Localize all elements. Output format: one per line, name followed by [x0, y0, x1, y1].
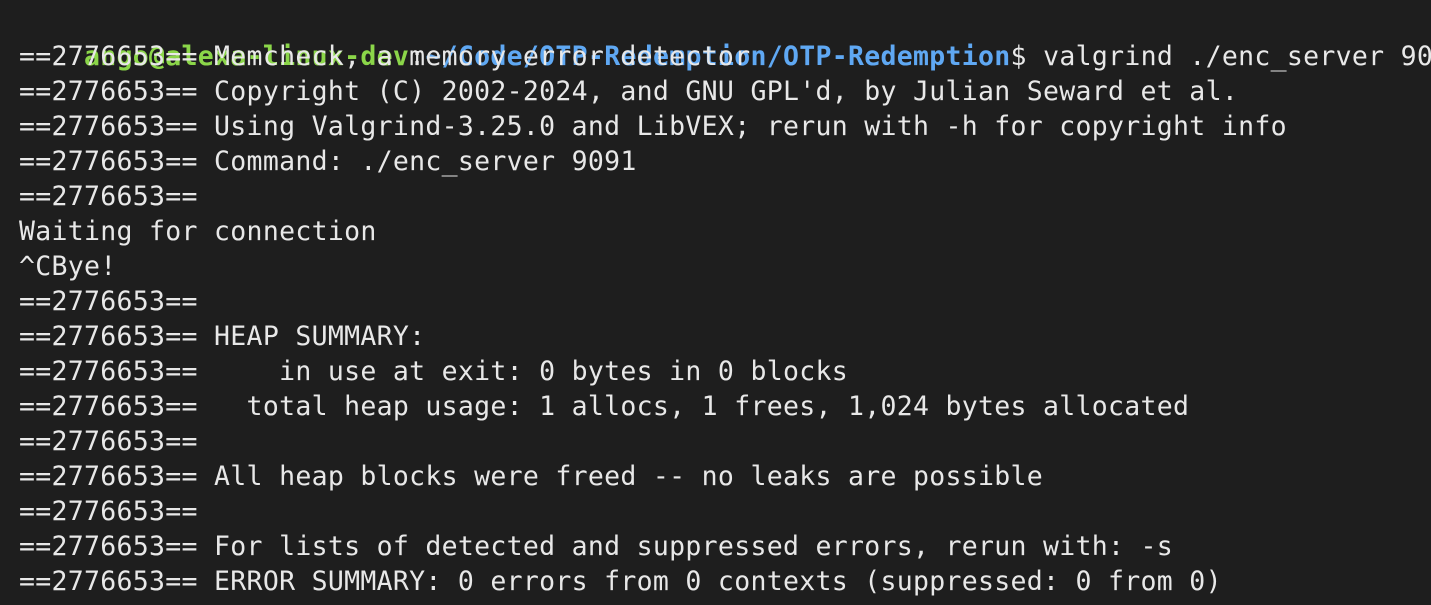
output-line: ==2776653== All heap blocks were freed -…	[19, 461, 1044, 492]
prompt-symbol: $	[1010, 41, 1027, 72]
output-line: ==2776653== ERROR SUMMARY: 0 errors from…	[19, 566, 1222, 597]
prompt-command: valgrind ./enc_server 9091	[1026, 41, 1431, 72]
output-line: ==2776653== HEAP SUMMARY:	[19, 321, 426, 352]
output-line: ==2776653== Using Valgrind-3.25.0 and Li…	[19, 111, 1287, 142]
output-line: ^CBye!	[19, 251, 117, 282]
output-line: ==2776653== total heap usage: 1 allocs, …	[19, 391, 1190, 422]
output-line: ==2776653==	[19, 181, 198, 212]
output-line: ==2776653==	[19, 286, 198, 317]
output-line: ==2776653== For lists of detected and su…	[19, 531, 1174, 562]
output-line: ==2776653== in use at exit: 0 bytes in 0…	[19, 356, 848, 387]
output-line: ==2776653==	[19, 496, 198, 527]
output-line: ==2776653== Command: ./enc_server 9091	[19, 146, 637, 177]
output-line: ==2776653==	[19, 426, 198, 457]
output-line: Waiting for connection	[19, 216, 377, 247]
prompt-line: ango@alexa-linux-dev:~/Code/OTP-Redempti…	[19, 4, 1431, 72]
terminal-window[interactable]: ango@alexa-linux-dev:~/Code/OTP-Redempti…	[0, 0, 1431, 605]
output-line: ==2776653== Copyright (C) 2002-2024, and…	[19, 76, 1239, 107]
